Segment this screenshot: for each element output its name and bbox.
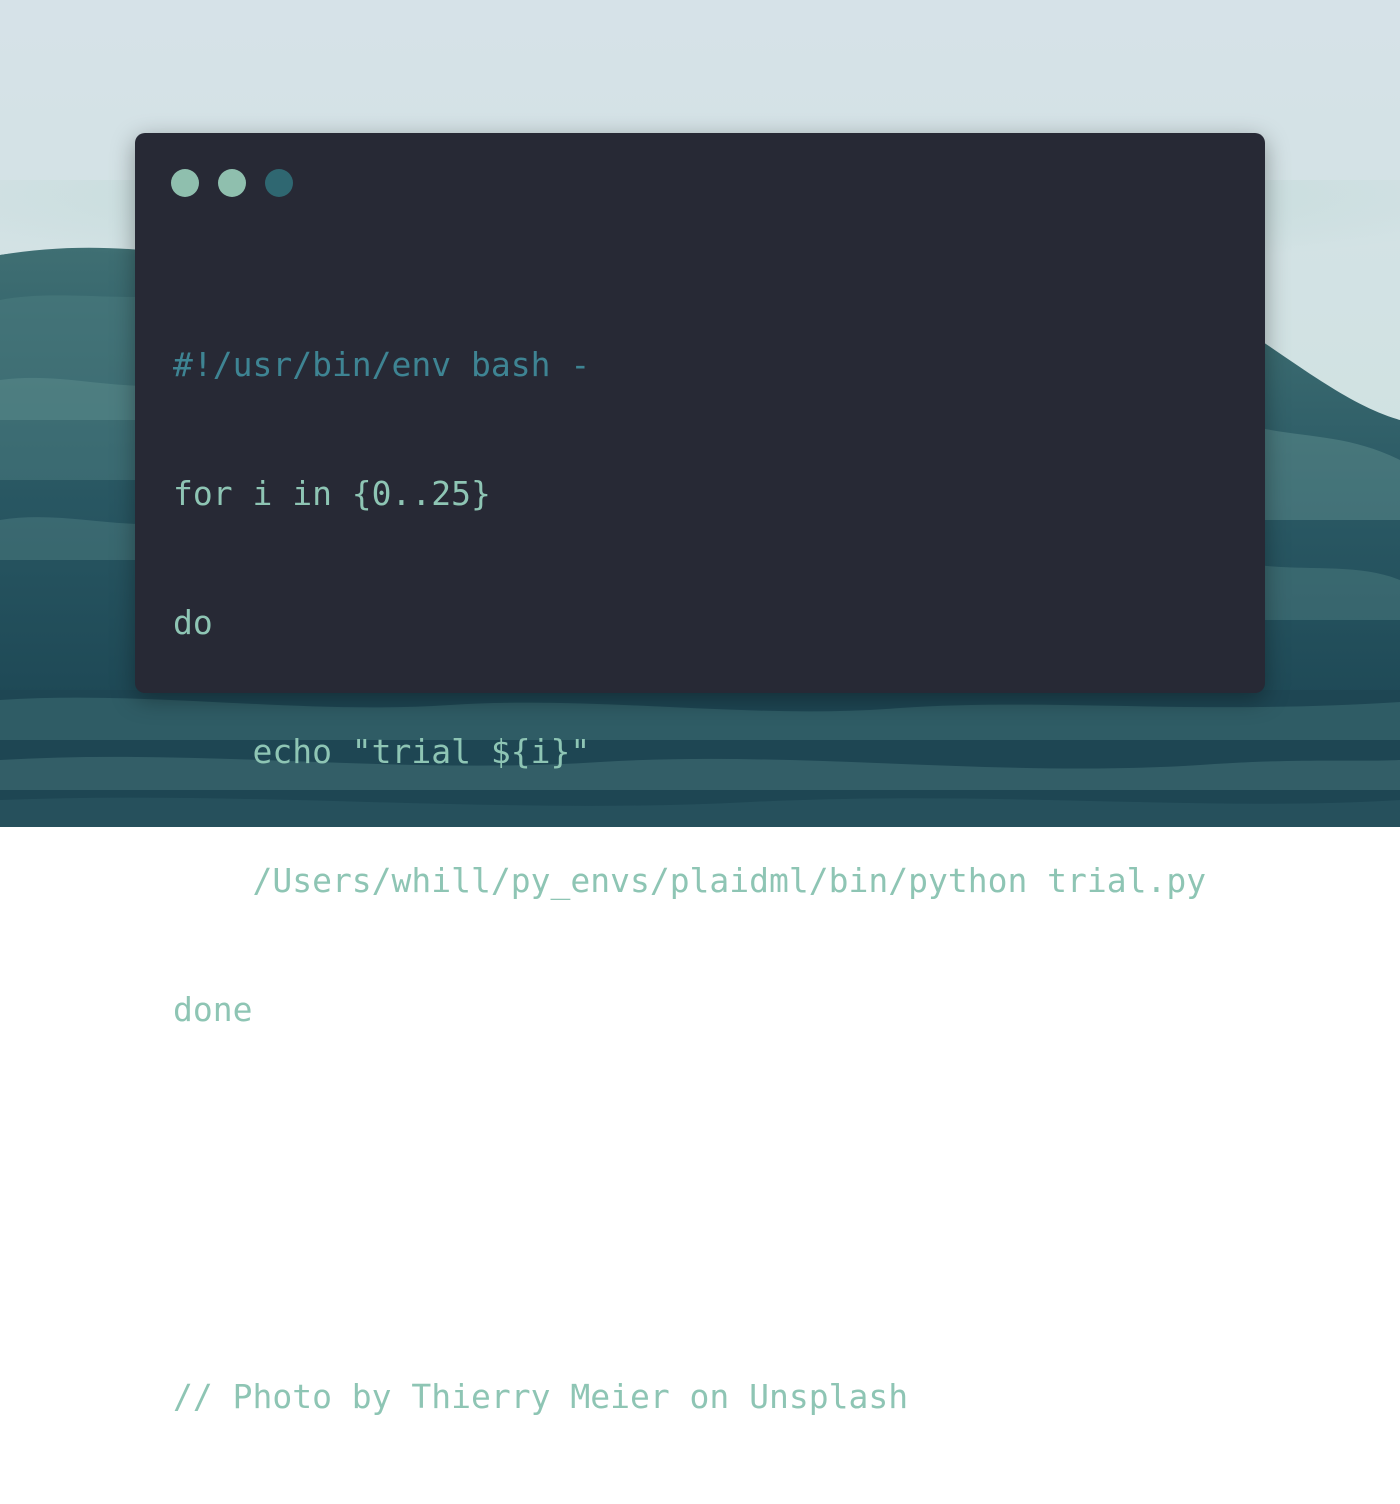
code-line-python: /Users/whill/py_envs/plaidml/bin/python … [173, 861, 1207, 900]
code-line-shebang: #!/usr/bin/env bash - [173, 345, 591, 384]
window-controls [171, 169, 312, 197]
code-window: #!/usr/bin/env bash - for i in {0..25} d… [135, 133, 1265, 1416]
code-line-blank-1 [173, 1117, 1206, 1160]
code-line-echo: echo "trial ${i}" [173, 732, 591, 771]
code-line-credit: // Photo by Thierry Meier on Unsplash [173, 1377, 909, 1416]
window-dot-2[interactable] [218, 169, 246, 197]
code-line-done: done [173, 990, 253, 1029]
window-dot-1[interactable] [171, 169, 199, 197]
window-dot-3[interactable] [265, 169, 293, 197]
code-block: #!/usr/bin/env bash - for i in {0..25} d… [173, 257, 1206, 1504]
code-line-do: do [173, 603, 213, 642]
code-line-blank-2 [173, 1246, 1206, 1289]
code-line-for: for i in {0..25} [173, 474, 491, 513]
